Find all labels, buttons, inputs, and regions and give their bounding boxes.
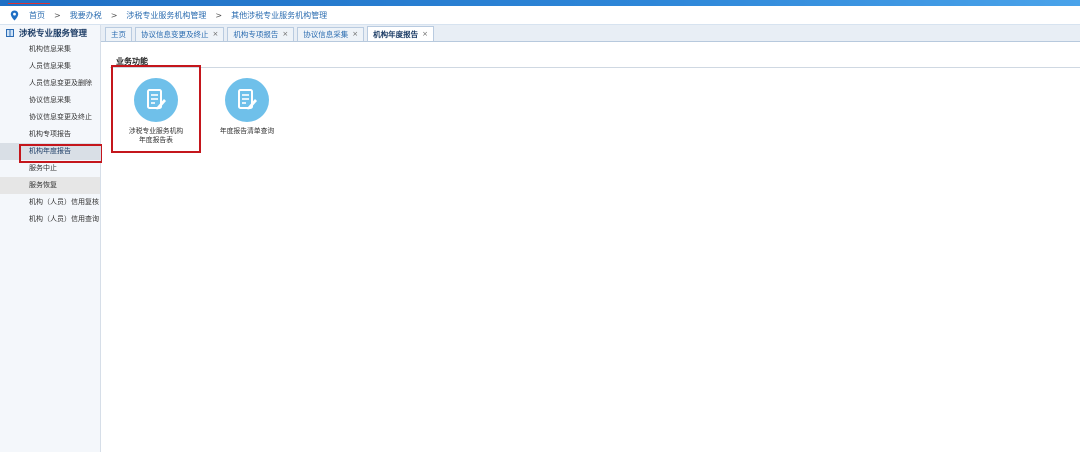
- sidebar-item-agreement-info-collection[interactable]: 协议信息采集: [0, 92, 100, 109]
- main-content: 业务功能 涉税专业服务机构 年度报告表 年度报告清单查询: [102, 43, 1080, 452]
- sidebar-item-annual-report[interactable]: 机构年度报告: [0, 143, 103, 163]
- sidebar-item-agreement-info-change[interactable]: 协议信息变更及终止: [0, 109, 100, 126]
- function-annual-report-form[interactable]: 涉税专业服务机构 年度报告表: [113, 78, 199, 145]
- sidebar-item-staff-info-change[interactable]: 人员信息变更及删除: [0, 75, 100, 92]
- sidebar-item-credit-review[interactable]: 机构（人员）信用复核: [0, 194, 100, 211]
- banner-logo: [8, 0, 50, 4]
- breadcrumb-separator: >: [54, 11, 61, 20]
- function-label: 年度报告清单查询: [219, 127, 275, 135]
- grid-icon: [6, 29, 14, 37]
- close-icon[interactable]: ×: [422, 28, 428, 41]
- top-banner: [0, 0, 1080, 6]
- sidebar-header[interactable]: 涉税专业服务管理: [0, 25, 100, 41]
- tab-home[interactable]: 主页: [105, 27, 132, 41]
- sidebar-item-special-report[interactable]: 机构专项报告: [0, 126, 100, 143]
- close-icon[interactable]: ×: [282, 28, 288, 41]
- tab-strip: 主页 协议信息变更及终止 × 机构专项报告 × 协议信息采集 × 机构年度报告 …: [101, 25, 1080, 42]
- section-divider: [110, 67, 1080, 68]
- tab-agreement-collection[interactable]: 协议信息采集 ×: [297, 27, 365, 41]
- close-icon[interactable]: ×: [352, 28, 358, 41]
- tab-special-report[interactable]: 机构专项报告 ×: [227, 27, 295, 41]
- sidebar-item-credit-query[interactable]: 机构（人员）信用查询: [0, 211, 100, 228]
- breadcrumb-other-agency-management[interactable]: 其他涉税专业服务机构管理: [231, 10, 327, 21]
- tab-label: 主页: [111, 30, 126, 39]
- sidebar-title: 涉税专业服务管理: [19, 29, 88, 39]
- sidebar: 涉税专业服务管理 机构信息采集 人员信息采集 人员信息变更及删除 协议信息采集 …: [0, 25, 103, 452]
- breadcrumb-separator: >: [215, 11, 223, 20]
- breadcrumb-tax-handling[interactable]: 我要办税: [70, 10, 102, 21]
- sidebar-item-service-suspension[interactable]: 服务中止: [0, 160, 100, 177]
- tab-annual-report[interactable]: 机构年度报告 ×: [367, 26, 434, 41]
- tab-label: 协议信息采集: [303, 30, 349, 39]
- breadcrumb-agency-management[interactable]: 涉税专业服务机构管理: [126, 10, 206, 21]
- tab-label: 协议信息变更及终止: [141, 30, 209, 39]
- location-pin-icon: [10, 10, 19, 21]
- function-label: 涉税专业服务机构 年度报告表: [128, 127, 184, 144]
- tab-agreement-change[interactable]: 协议信息变更及终止 ×: [135, 27, 225, 41]
- breadcrumb-separator: >: [110, 11, 118, 20]
- function-annual-report-query[interactable]: 年度报告清单查询: [204, 78, 290, 136]
- breadcrumb-home[interactable]: 首页: [29, 10, 45, 21]
- sidebar-item-staff-info-collection[interactable]: 人员信息采集: [0, 58, 100, 75]
- close-icon[interactable]: ×: [213, 28, 219, 41]
- tab-label: 机构专项报告: [233, 30, 279, 39]
- edit-document-icon: [134, 78, 178, 122]
- breadcrumb: 首页 > 我要办税 > 涉税专业服务机构管理 > 其他涉税专业服务机构管理: [0, 7, 1080, 25]
- sidebar-item-agency-info-collection[interactable]: 机构信息采集: [0, 41, 100, 58]
- tab-label: 机构年度报告: [373, 29, 419, 39]
- edit-document-icon: [225, 78, 269, 122]
- sidebar-item-service-resumption[interactable]: 服务恢复: [0, 177, 100, 194]
